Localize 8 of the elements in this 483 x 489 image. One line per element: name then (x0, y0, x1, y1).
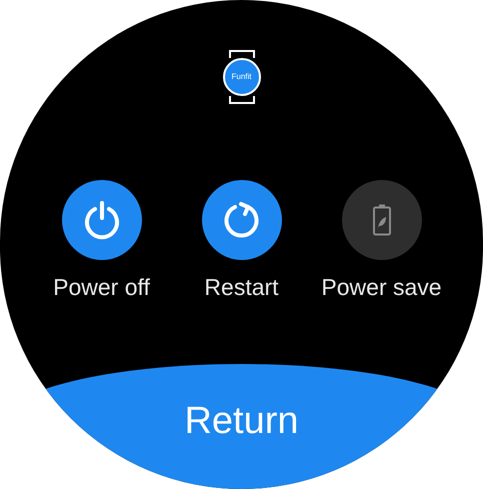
battery-leaf-icon (372, 204, 390, 236)
action-label: Restart (204, 273, 279, 302)
action-label: Power off (53, 273, 150, 302)
watch-strap-icon (228, 96, 254, 104)
restart-icon (222, 201, 260, 239)
power-icon (84, 200, 120, 240)
watch-face-logo: Funfit (222, 58, 260, 96)
action-label: Power save (321, 273, 442, 302)
